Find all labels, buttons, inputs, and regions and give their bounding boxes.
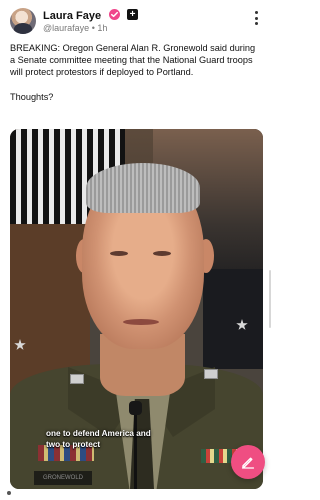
pencil-icon (241, 457, 255, 469)
uniform-nameplate: GRONEWOLD (34, 471, 92, 485)
author-meta: @laurafaye • 1h (43, 23, 107, 33)
post-paragraph: BREAKING: Oregon General Alan R. Gronewo… (10, 43, 256, 78)
collar-insignia-icon (70, 374, 84, 384)
speaker-eye-left (110, 251, 128, 256)
caption-line: two to protect (46, 439, 101, 449)
scrollbar[interactable] (269, 270, 271, 328)
microphone-icon (129, 401, 142, 415)
compose-button[interactable] (231, 445, 265, 479)
video-thumbnail[interactable]: GRONEWOLD one to defend America and two … (10, 129, 263, 489)
post-paragraph: Thoughts? (10, 91, 54, 102)
page-indicator-dot (7, 491, 11, 495)
author-line: Laura Faye + (43, 7, 138, 22)
speaker-eye-right (153, 251, 171, 256)
background-dark-area (203, 269, 263, 369)
more-options-icon (254, 11, 258, 14)
more-options-icon (254, 16, 258, 20)
verified-badge-icon (108, 9, 120, 21)
meta-separator: • (91, 23, 95, 33)
speaker-mouth (123, 319, 159, 325)
author-name[interactable]: Laura Faye (43, 10, 101, 22)
speaker-hair (86, 163, 200, 213)
post-text: BREAKING: Oregon General Alan R. Gronewo… (10, 42, 262, 115)
post-header: Laura Faye + @laurafaye • 1h (10, 6, 265, 38)
author-handle[interactable]: @laurafaye (43, 23, 89, 33)
plus-badge-icon: + (127, 9, 138, 21)
author-avatar[interactable] (10, 8, 36, 34)
collar-insignia-icon (204, 369, 218, 379)
more-options-button[interactable] (251, 9, 261, 27)
caption-line: one to defend America and (46, 429, 151, 438)
more-options-icon (254, 22, 258, 25)
post-time[interactable]: 1h (97, 23, 107, 33)
video-caption: one to defend America and two to protect (46, 429, 186, 451)
